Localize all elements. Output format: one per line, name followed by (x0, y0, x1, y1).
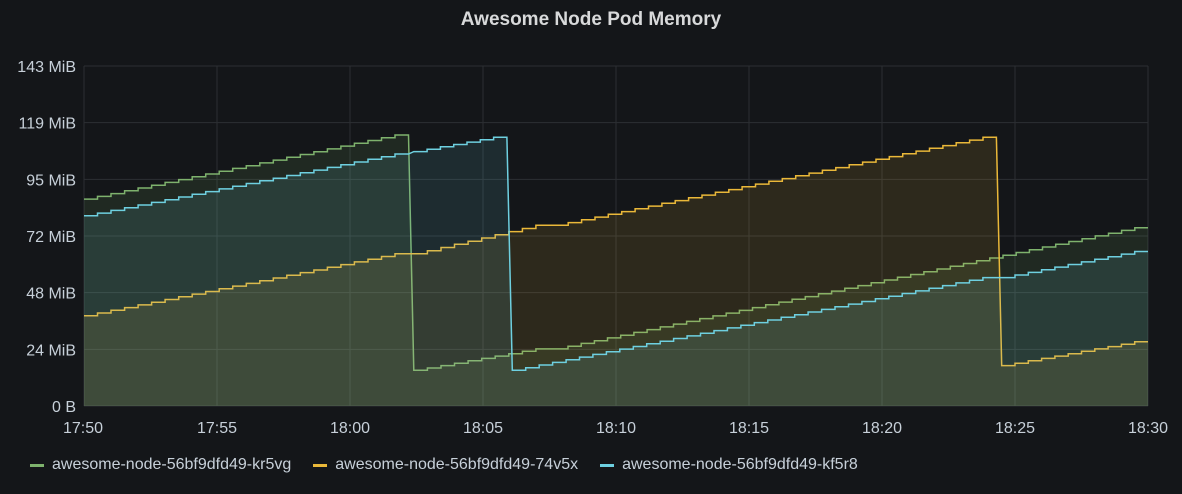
x-tick-label: 18:00 (330, 420, 370, 437)
x-tick-label: 17:50 (63, 420, 103, 437)
y-tick-label: 24 MiB (26, 342, 76, 359)
chart-legend: awesome-node-56bf9dfd49-kr5vg awesome-nod… (30, 456, 858, 474)
legend-item[interactable]: awesome-node-56bf9dfd49-74v5x (313, 456, 578, 474)
x-tick-label: 18:20 (862, 420, 902, 437)
legend-label: awesome-node-56bf9dfd49-kr5vg (52, 456, 292, 473)
y-tick-label: 95 MiB (26, 172, 76, 189)
x-tick-label: 18:30 (1128, 420, 1168, 437)
legend-swatch (600, 463, 615, 467)
legend-label: awesome-node-56bf9dfd49-kf5r8 (622, 456, 858, 473)
x-tick-label: 18:15 (729, 420, 769, 437)
legend-item[interactable]: awesome-node-56bf9dfd49-kr5vg (30, 456, 291, 474)
legend-swatch (313, 463, 328, 467)
memory-panel: Awesome Node Pod Memory 17:50 17:55 18:00 1… (0, 0, 1182, 494)
y-tick-label: 72 MiB (26, 229, 76, 246)
x-tick-label: 18:05 (463, 420, 503, 437)
legend-item[interactable]: awesome-node-56bf9dfd49-kf5r8 (600, 456, 858, 474)
y-tick-label: 119 MiB (18, 116, 76, 133)
memory-chart[interactable]: 17:50 17:55 18:00 18:05 18:10 18:15 18:20 18:25… (0, 0, 1182, 494)
y-tick-label: 48 MiB (26, 286, 76, 303)
y-tick-label: 143 MiB (17, 59, 76, 76)
legend-label: awesome-node-56bf9dfd49-74v5x (335, 456, 579, 473)
legend-swatch (30, 463, 44, 467)
y-tick-label: 0 B (52, 399, 76, 416)
x-tick-label: 18:10 (596, 420, 636, 437)
x-tick-label: 17:55 (197, 420, 237, 437)
x-tick-label: 18:25 (995, 420, 1035, 437)
